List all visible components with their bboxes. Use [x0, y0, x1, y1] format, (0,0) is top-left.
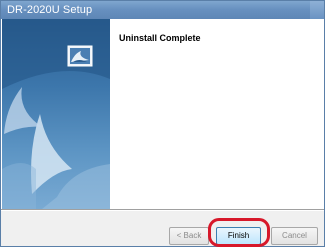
- installer-package-icon: [67, 45, 93, 67]
- titlebar-control-area: [310, 1, 324, 19]
- cancel-button[interactable]: Cancel: [271, 227, 318, 245]
- footer-divider: [1, 209, 324, 211]
- side-banner-image: [2, 19, 110, 209]
- page-heading: Uninstall Complete: [119, 33, 201, 43]
- setup-window: DR-2020U Setup Uninstall Complete < Back…: [0, 0, 325, 247]
- finish-highlight-ring: [208, 218, 270, 247]
- window-title: DR-2020U Setup: [7, 4, 93, 16]
- title-bar[interactable]: DR-2020U Setup: [1, 1, 324, 19]
- banner-artwork: [2, 19, 110, 209]
- back-button[interactable]: < Back: [169, 227, 209, 245]
